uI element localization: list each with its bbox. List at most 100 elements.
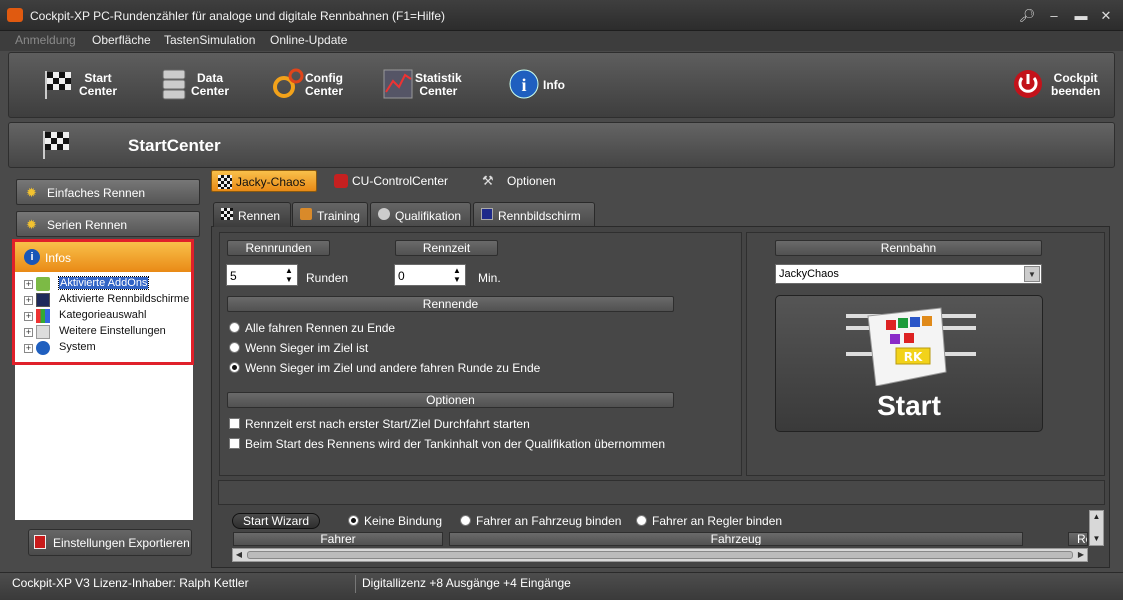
rennrunden-value: 5 [230, 269, 237, 283]
tree-item-label: Kategorieauswahl [59, 309, 147, 321]
vertical-scrollbar[interactable]: ▲ ▼ [1089, 510, 1104, 546]
menu-oberflaeche[interactable]: Oberfläche [92, 33, 151, 47]
checkbox[interactable] [229, 438, 240, 449]
stepper-arrows-icon[interactable]: ▲ ▼ [283, 266, 295, 284]
data-center-button[interactable]: Data Center [155, 53, 255, 117]
expand-icon[interactable]: + [24, 312, 33, 321]
rennende-header: Rennende [227, 296, 674, 312]
radio-button[interactable] [348, 515, 359, 526]
info-icon: i [24, 249, 40, 265]
menu-tastensimulation[interactable]: TastenSimulation [164, 33, 255, 47]
export-settings-button[interactable]: Einstellungen Exportieren [28, 529, 192, 556]
column-header-regler[interactable]: Re [1068, 532, 1088, 546]
main-toolbar: Start Center Data Center Config Center Stat… [8, 52, 1115, 118]
monitor-icon [481, 208, 493, 220]
start-center-button[interactable]: Start Center [37, 53, 137, 117]
radio-label: Fahrer an Fahrzeug binden [476, 514, 622, 528]
column-header-fahrzeug[interactable]: Fahrzeug [449, 532, 1023, 546]
scroll-down-icon[interactable]: ▼ [1090, 533, 1103, 545]
tab-label: Jacky-Chaos [236, 175, 306, 189]
data-center-line1: Data [197, 71, 224, 85]
search-icon[interactable]: 🔎︎ [1017, 7, 1037, 25]
tab-label: Training [317, 209, 360, 223]
config-center-line1: Config [305, 71, 343, 85]
tab-label: CU-ControlCenter [352, 174, 449, 188]
status-divider [355, 575, 356, 593]
license-status: Cockpit-XP V3 Lizenz-Inhaber: Ralph Kett… [12, 576, 249, 590]
expand-icon[interactable]: + [24, 280, 33, 289]
sidebar-item-infos[interactable]: i Infos [15, 242, 191, 272]
cockpit-beenden-line1: Cockpit [1053, 71, 1098, 85]
tab-cu-controlcenter[interactable]: CU-ControlCenter [328, 170, 462, 192]
tab-optionen[interactable]: ⚒ Optionen [476, 170, 576, 192]
maximize-button[interactable]: ▬ [1071, 7, 1091, 25]
cockpit-beenden-button[interactable]: Cockpit beenden [1009, 53, 1113, 117]
stars-icon: ✹ [26, 217, 37, 232]
export-icon [34, 535, 46, 549]
svg-text:RK: RK [904, 350, 923, 364]
sidebar-item-einfaches-rennen[interactable]: ✹ Einfaches Rennen [16, 179, 200, 205]
start-button-label: Start [877, 390, 941, 421]
svg-text:i: i [521, 75, 526, 95]
radio-button[interactable] [229, 362, 240, 373]
info-label: Info [543, 78, 565, 92]
checkered-flag-icon [43, 131, 69, 159]
scroll-right-icon[interactable]: ▶ [1075, 549, 1087, 561]
tab-label: Optionen [507, 174, 556, 188]
race-display-logo-icon: RK [846, 307, 976, 386]
stepper-arrows-icon[interactable]: ▲ ▼ [451, 266, 463, 284]
controller-icon [334, 174, 348, 188]
radio-button[interactable] [229, 342, 240, 353]
rennbahn-selected-value: JackyChaos [779, 268, 839, 280]
settings-list-icon [36, 325, 50, 339]
scroll-left-icon[interactable]: ◀ [233, 549, 245, 561]
export-settings-label: Einstellungen Exportieren [53, 536, 190, 550]
page-header: StartCenter [8, 122, 1115, 168]
minimize-button[interactable]: – [1044, 7, 1064, 25]
optionen-header: Optionen [227, 392, 674, 408]
start-button[interactable]: RK Start [775, 295, 1043, 432]
tab-training[interactable]: Training [292, 202, 368, 226]
radio-label: Wenn Sieger im Ziel und andere fahren Ru… [245, 361, 541, 375]
expand-icon[interactable]: + [24, 344, 33, 353]
tree-item-label: System [59, 341, 96, 353]
scrollbar-thumb[interactable] [247, 551, 1073, 559]
config-center-button[interactable]: Config Center [269, 53, 369, 117]
sidebar-item-serien-rennen[interactable]: ✹ Serien Rennen [16, 211, 200, 237]
rennzeit-stepper[interactable]: 0 ▲ ▼ [394, 264, 466, 286]
info-button[interactable]: i Info [507, 53, 587, 117]
title-bar: Cockpit-XP PC-Rundenzähler für analoge u… [0, 0, 1123, 31]
expand-icon[interactable]: + [24, 328, 33, 337]
training-icon [300, 208, 312, 220]
checkered-flag-icon [45, 71, 71, 99]
rennrunden-unit: Runden [306, 271, 349, 285]
start-center-line2: Center [79, 84, 118, 98]
chevron-down-icon[interactable]: ▼ [1024, 266, 1040, 282]
statistik-center-button[interactable]: Statistik Center [381, 53, 481, 117]
sidebar-item-label: Serien Rennen [47, 218, 128, 232]
radio-button[interactable] [460, 515, 471, 526]
radio-button[interactable] [636, 515, 647, 526]
radio-button[interactable] [229, 322, 240, 333]
close-button[interactable]: ✕ [1096, 7, 1116, 25]
checkbox[interactable] [229, 418, 240, 429]
radio-label: Wenn Sieger im Ziel ist [245, 341, 369, 355]
horizontal-scrollbar[interactable]: ◀ ▶ [232, 548, 1088, 562]
sidebar-item-label: Einfaches Rennen [47, 186, 146, 200]
expand-icon[interactable]: + [24, 296, 33, 305]
tab-qualifikation[interactable]: Qualifikation [370, 202, 471, 226]
start-wizard-button[interactable]: Start Wizard [232, 513, 320, 529]
package-icon [36, 277, 50, 291]
rennbahn-select[interactable]: JackyChaos ▼ [775, 264, 1042, 284]
menu-online-update[interactable]: Online-Update [270, 33, 347, 47]
server-icon [162, 69, 186, 100]
tab-jacky-chaos[interactable]: Jacky-Chaos [211, 170, 317, 192]
rennrunden-stepper[interactable]: 5 ▲ ▼ [226, 264, 298, 286]
tab-label: Qualifikation [395, 209, 462, 223]
tab-rennen[interactable]: Rennen [213, 202, 291, 227]
scroll-up-icon[interactable]: ▲ [1090, 511, 1103, 523]
tab-label: Rennen [238, 209, 281, 223]
column-header-fahrer[interactable]: Fahrer [233, 532, 443, 546]
tab-rennbildschirm[interactable]: Rennbildschirm [473, 202, 595, 226]
wizard-strip [218, 480, 1105, 505]
